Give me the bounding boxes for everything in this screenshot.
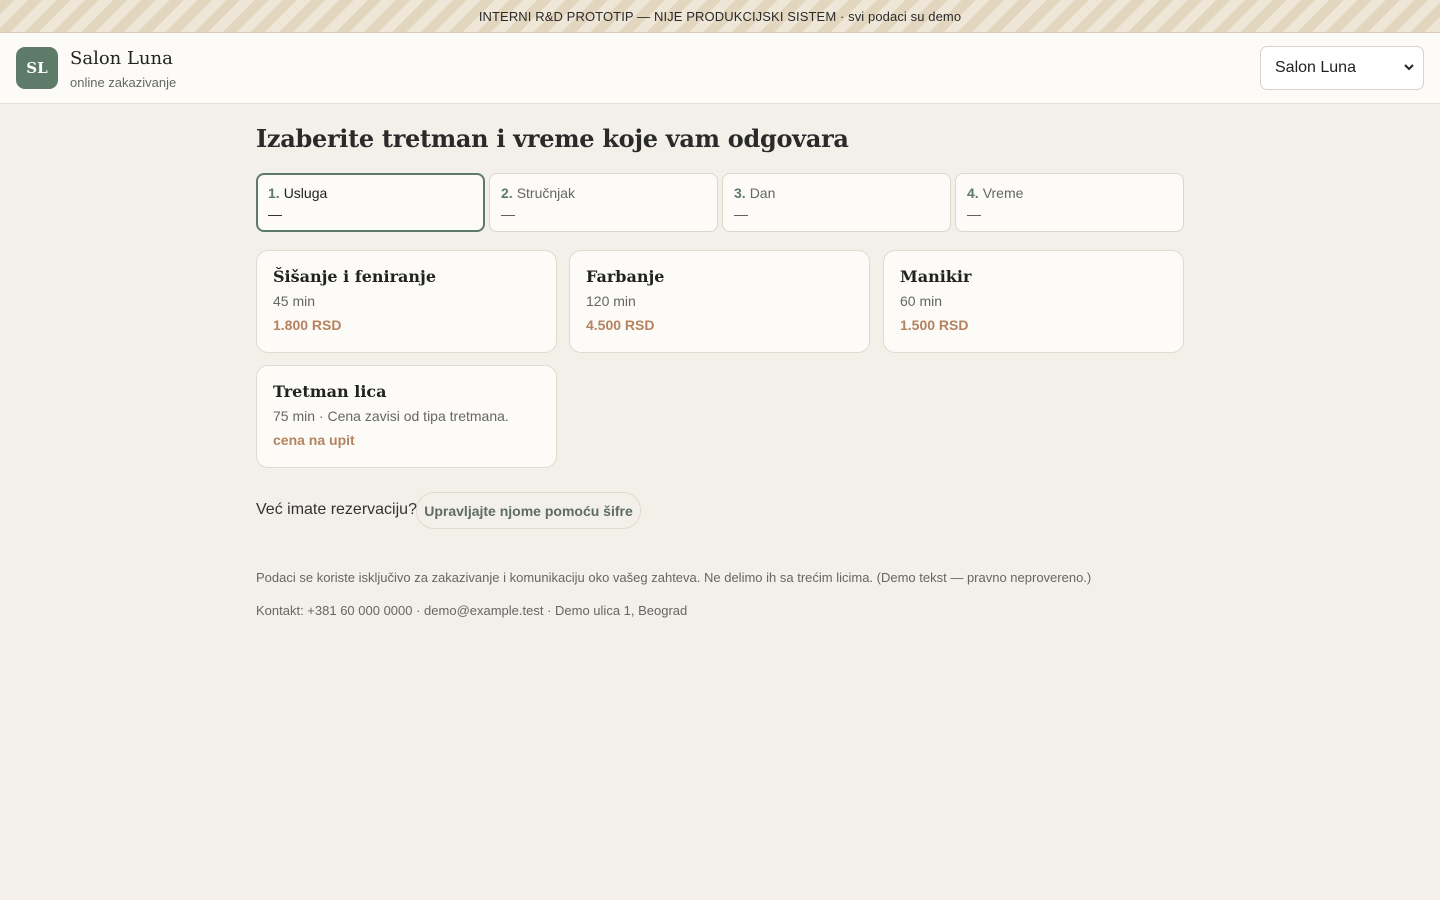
contact-info: Kontakt: +381 60 000 0000 · demo@example… [256, 603, 688, 618]
step-day[interactable]: 3. Dan — [722, 173, 951, 232]
privacy-note: Podaci se koriste isključivo za zakaziva… [256, 570, 1092, 585]
salon-select[interactable]: Salon Luna [1260, 46, 1424, 90]
service-name: Manikir [900, 267, 972, 286]
step-time[interactable]: 4. Vreme — [955, 173, 1184, 232]
demo-banner: INTERNI R&D PROTOTIP — NIJE PRODUKCIJSKI… [0, 0, 1440, 33]
manage-booking-button[interactable]: Upravljajte njome pomoću šifre [416, 492, 641, 529]
step-number: 3. [734, 185, 746, 201]
brand-logo[interactable]: SL [16, 47, 58, 89]
step-label: Stručnjak [516, 185, 576, 201]
step-specialist[interactable]: 2. Stručnjak — [489, 173, 718, 232]
service-card-coloring[interactable]: Farbanje 120 min 4.500 RSD [569, 250, 870, 353]
service-duration: 75 min · Cena zavisi od tipa tretmana. [273, 408, 509, 424]
service-duration: 60 min [900, 293, 943, 309]
service-name: Šišanje i feniranje [273, 267, 436, 286]
brand-name: Salon Luna [70, 48, 173, 69]
service-duration: 45 min [273, 293, 316, 309]
chevron-down-icon [1403, 60, 1415, 77]
top-bar: SL Salon Luna online zakazivanje Salon L… [0, 33, 1440, 104]
step-label: Usluga [283, 185, 328, 201]
service-name: Farbanje [586, 267, 665, 286]
salon-select-value: Salon Luna [1275, 59, 1356, 76]
step-value: — [967, 206, 981, 222]
step-value: — [501, 206, 515, 222]
service-card-manicure[interactable]: Manikir 60 min 1.500 RSD [883, 250, 1184, 353]
step-label: Vreme [982, 185, 1024, 201]
service-name: Tretman lica [273, 382, 387, 401]
step-value: — [734, 206, 748, 222]
page-title: Izaberite tretman i vreme koje vam odgov… [256, 124, 849, 153]
service-duration: 120 min [586, 293, 636, 309]
service-price: cena na upit [273, 432, 355, 448]
service-price: 1.800 RSD [273, 317, 342, 333]
brand-tagline: online zakazivanje [70, 75, 177, 90]
step-number: 1. [268, 185, 280, 201]
step-service[interactable]: 1. Usluga — [256, 173, 485, 232]
service-card-facial[interactable]: Tretman lica 75 min · Cena zavisi od tip… [256, 365, 557, 468]
service-card-haircut[interactable]: Šišanje i feniranje 45 min 1.800 RSD [256, 250, 557, 353]
step-number: 2. [501, 185, 513, 201]
step-label: Dan [749, 185, 776, 201]
service-price: 4.500 RSD [586, 317, 655, 333]
step-value: — [268, 206, 282, 222]
step-number: 4. [967, 185, 979, 201]
existing-booking-text: Već imate rezervaciju? [256, 501, 417, 518]
service-price: 1.500 RSD [900, 317, 969, 333]
